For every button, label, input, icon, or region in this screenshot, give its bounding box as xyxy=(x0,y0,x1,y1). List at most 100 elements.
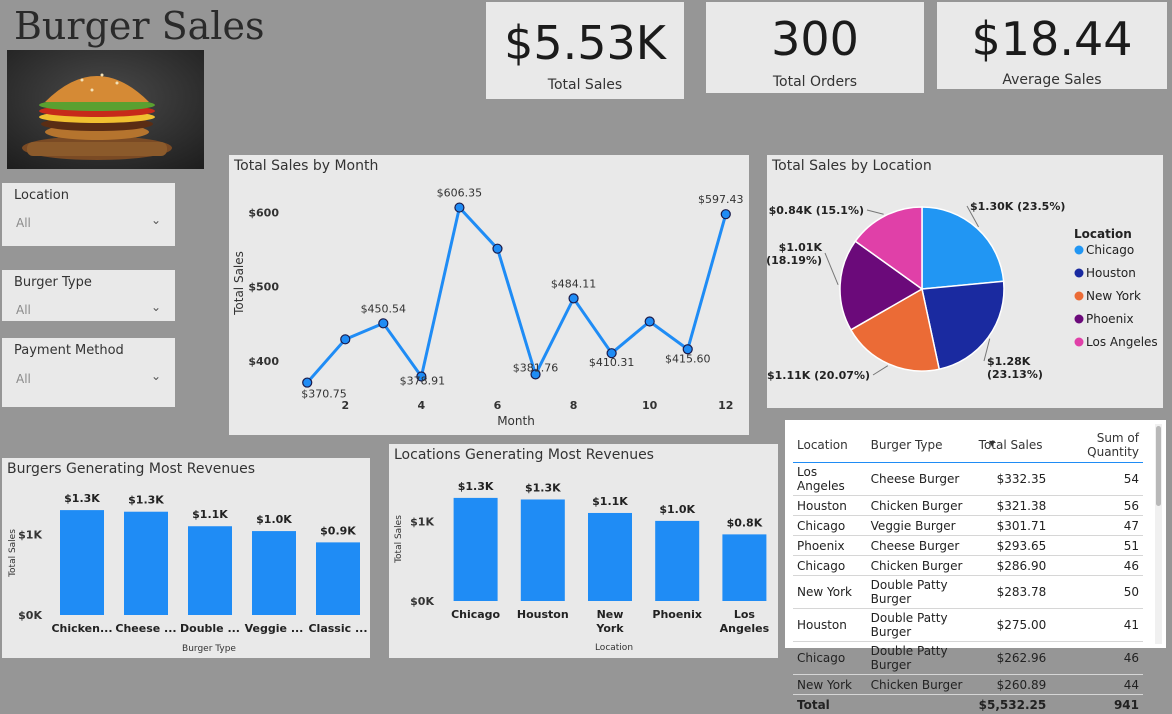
table-cell: 41 xyxy=(1050,609,1143,642)
x-tick-label: 6 xyxy=(494,399,502,412)
y-tick-label: $1K xyxy=(410,516,434,529)
data-point[interactable] xyxy=(493,244,502,253)
legend-item[interactable]: New York xyxy=(1086,289,1141,303)
x-tick-label: 2 xyxy=(341,399,349,412)
kpi-label: Total Sales xyxy=(486,77,684,93)
slice-label: $1.30K (23.5%) xyxy=(970,200,1065,213)
x-tick-label: 4 xyxy=(418,399,426,412)
table-cell: Chicago xyxy=(793,642,867,675)
y-tick-label: $0K xyxy=(18,609,42,622)
legend-title: Location xyxy=(1074,227,1132,241)
slice-label: $1.11K (20.07%) xyxy=(767,369,870,382)
column-header[interactable]: Total Sales xyxy=(975,428,1051,463)
data-label: $0.8K xyxy=(727,516,763,529)
x-tick-label: 12 xyxy=(718,399,733,412)
table-cell: Double Patty Burger xyxy=(867,576,975,609)
table-row[interactable]: ChicagoChicken Burger$286.9046 xyxy=(793,556,1143,576)
kpi-total-sales: $5.53K Total Sales xyxy=(486,2,684,99)
bar[interactable] xyxy=(454,498,498,601)
slicer-label: Burger Type xyxy=(14,275,92,290)
bar[interactable] xyxy=(655,521,699,601)
data-label: $0.9K xyxy=(320,524,356,537)
x-tick-label: Veggie ... xyxy=(245,622,304,635)
table-row[interactable]: ChicagoDouble Patty Burger$262.9646 xyxy=(793,642,1143,675)
kpi-value: $18.44 xyxy=(937,12,1167,66)
data-label: $597.43 xyxy=(698,193,744,206)
x-tick-label: Double ... xyxy=(180,622,240,635)
data-point[interactable] xyxy=(341,335,350,344)
sort-descending-icon[interactable]: ▼ xyxy=(989,439,995,448)
slicer-dropdown[interactable]: All xyxy=(16,216,31,230)
slicer-burger-type[interactable]: Burger Type All ⌄ xyxy=(2,270,175,321)
table-cell: Houston xyxy=(793,609,867,642)
y-tick-label: $500 xyxy=(248,281,279,294)
pie-slice[interactable] xyxy=(922,207,1004,289)
slicer-dropdown[interactable]: All xyxy=(16,303,31,317)
slicer-dropdown[interactable]: All xyxy=(16,372,31,386)
y-axis-label: Total Sales xyxy=(394,515,404,564)
slicer-location[interactable]: Location All ⌄ xyxy=(2,183,175,246)
scrollbar-thumb[interactable] xyxy=(1156,426,1161,506)
legend-item[interactable]: Phoenix xyxy=(1086,312,1134,326)
table-cell: $260.89 xyxy=(975,675,1051,695)
data-label: $450.54 xyxy=(361,302,407,315)
bar[interactable] xyxy=(188,526,232,615)
slicer-payment-method[interactable]: Payment Method All ⌄ xyxy=(2,338,175,407)
legend-marker xyxy=(1075,292,1084,301)
table-row[interactable]: Los AngelesCheese Burger$332.3554 xyxy=(793,463,1143,496)
table-row[interactable]: HoustonChicken Burger$321.3856 xyxy=(793,496,1143,516)
bar[interactable] xyxy=(316,542,360,615)
pie-chart: Location $1.30K (23.5%)Chicago$1.28K(23.… xyxy=(767,155,1163,408)
data-point[interactable] xyxy=(721,210,730,219)
bar[interactable] xyxy=(252,531,296,615)
table-cell: Double Patty Burger xyxy=(867,609,975,642)
table-row[interactable]: HoustonDouble Patty Burger$275.0041 xyxy=(793,609,1143,642)
column-header[interactable]: Location xyxy=(793,428,867,463)
bar[interactable] xyxy=(588,513,632,601)
table-row[interactable]: New YorkChicken Burger$260.8944 xyxy=(793,675,1143,695)
bar[interactable] xyxy=(521,499,565,601)
table-cell: Double Patty Burger xyxy=(867,642,975,675)
bar[interactable] xyxy=(722,534,766,601)
column-header[interactable]: Burger Type xyxy=(867,428,975,463)
chevron-down-icon[interactable]: ⌄ xyxy=(151,300,161,314)
sales-table: Location Burger Type Total Sales Sum of … xyxy=(793,428,1143,714)
data-label: $381.76 xyxy=(513,361,559,374)
data-point[interactable] xyxy=(645,317,654,326)
x-tick-label: 10 xyxy=(642,399,658,412)
table-cell: 51 xyxy=(1050,536,1143,556)
bar[interactable] xyxy=(60,510,104,615)
bar[interactable] xyxy=(124,512,168,615)
legend-item[interactable]: Houston xyxy=(1086,266,1136,280)
legend-marker xyxy=(1075,338,1084,347)
legend-item[interactable]: Chicago xyxy=(1086,243,1134,257)
x-tick-label: Cheese ... xyxy=(115,622,176,635)
data-label: $606.35 xyxy=(437,187,483,200)
kpi-value: $5.53K xyxy=(486,16,684,70)
total-cell: Total xyxy=(793,695,867,714)
data-point[interactable] xyxy=(379,319,388,328)
data-label: $370.75 xyxy=(301,388,347,401)
legend-marker xyxy=(1075,246,1084,255)
table-cell: 50 xyxy=(1050,576,1143,609)
table-row[interactable]: New YorkDouble Patty Burger$283.7850 xyxy=(793,576,1143,609)
table-cell: $301.71 xyxy=(975,516,1051,536)
table-cell: 46 xyxy=(1050,556,1143,576)
data-point[interactable] xyxy=(303,378,312,387)
leader-line xyxy=(873,366,888,375)
slicer-label: Payment Method xyxy=(14,343,124,358)
table-row[interactable]: ChicagoVeggie Burger$301.7147 xyxy=(793,516,1143,536)
legend-item[interactable]: Los Angeles xyxy=(1086,335,1158,349)
x-tick-label: Chicken... xyxy=(51,622,112,635)
data-point[interactable] xyxy=(569,294,578,303)
total-cell: 941 xyxy=(1050,695,1143,714)
table-row[interactable]: PhoenixCheese Burger$293.6551 xyxy=(793,536,1143,556)
table-cell: 46 xyxy=(1050,642,1143,675)
column-header[interactable]: Sum of Quantity xyxy=(1050,428,1143,463)
chevron-down-icon[interactable]: ⌄ xyxy=(151,369,161,383)
data-point[interactable] xyxy=(455,203,464,212)
chevron-down-icon[interactable]: ⌄ xyxy=(151,213,161,227)
table-cell: Chicago xyxy=(793,556,867,576)
scrollbar[interactable] xyxy=(1155,424,1162,644)
x-tick-label: Phoenix xyxy=(652,608,702,621)
